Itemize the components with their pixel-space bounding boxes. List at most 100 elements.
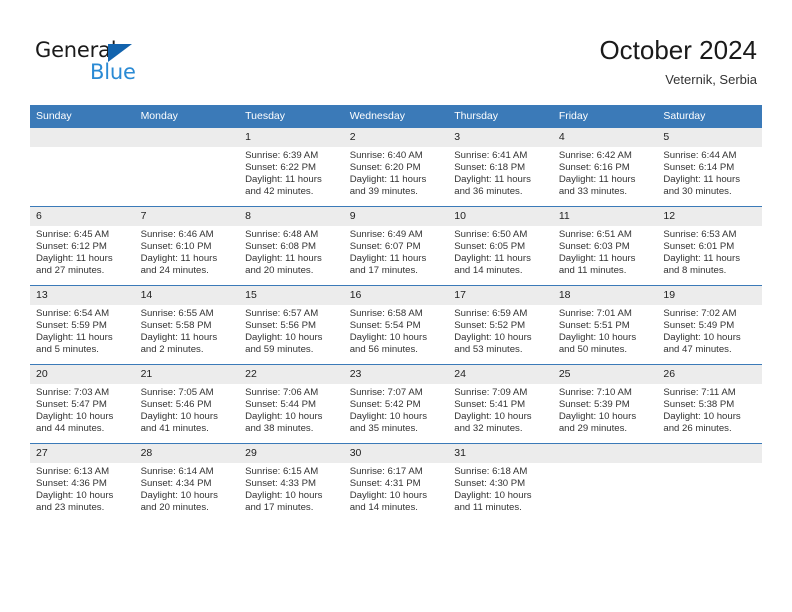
day-details: Sunrise: 7:09 AM Sunset: 5:41 PM Daylight:…	[448, 384, 553, 435]
calendar-day-cell[interactable]: 5 Sunrise: 6:44 AM Sunset: 6:14 PM Daylight…	[657, 127, 762, 207]
sunrise-time: Sunrise: 6:45 AM	[36, 229, 110, 240]
calendar-day-cell[interactable]: 29 Sunrise: 6:15 AM Sunset: 4:33 PM Dayligh…	[239, 443, 344, 522]
calendar-day-cell[interactable]: 27 Sunrise: 6:13 AM Sunset: 4:36 PM Dayligh…	[30, 443, 135, 522]
daylight-duration: Daylight: 10 hours and 56 minutes.	[349, 331, 428, 355]
sunrise-time: Sunrise: 6:39 AM	[245, 150, 319, 161]
sunset-time: Sunset: 6:22 PM	[245, 161, 317, 173]
day-number: 13	[30, 286, 135, 305]
sunset-time: Sunset: 6:08 PM	[245, 240, 317, 252]
calendar-day-cell[interactable]: 24 Sunrise: 7:09 AM Sunset: 5:41 PM Dayligh…	[448, 364, 553, 444]
calendar-cell-empty	[134, 127, 240, 207]
sunrise-time: Sunrise: 6:50 AM	[454, 229, 528, 240]
day-number: 30	[343, 444, 449, 463]
sunrise-time: Sunrise: 6:53 AM	[663, 229, 737, 240]
sunrise-time: Sunrise: 6:51 AM	[558, 229, 632, 240]
calendar-day-cell[interactable]: 1 Sunrise: 6:39 AM Sunset: 6:22 PM Daylight…	[239, 127, 344, 207]
calendar-day-cell[interactable]: 22 Sunrise: 7:06 AM Sunset: 5:44 PM Dayligh…	[239, 364, 344, 444]
sunrise-time: Sunrise: 6:17 AM	[349, 466, 423, 477]
day-number: 27	[30, 444, 135, 463]
sunrise-time: Sunrise: 7:06 AM	[245, 387, 319, 398]
calendar-day-cell[interactable]: 13 Sunrise: 6:54 AM Sunset: 5:59 PM Dayligh…	[30, 285, 135, 365]
calendar-day-cell[interactable]: 20 Sunrise: 7:03 AM Sunset: 5:47 PM Dayligh…	[30, 364, 135, 444]
calendar-day-cell[interactable]: 14 Sunrise: 6:55 AM Sunset: 5:58 PM Dayligh…	[134, 285, 240, 365]
daylight-duration: Daylight: 10 hours and 14 minutes.	[349, 489, 428, 513]
daylight-duration: Daylight: 11 hours and 2 minutes.	[140, 331, 218, 355]
sunset-time: Sunset: 6:14 PM	[663, 161, 735, 173]
weekday-header-row: Sunday Monday Tuesday Wednesday Thursday Frid…	[30, 105, 762, 128]
daylight-duration: Daylight: 10 hours and 29 minutes.	[558, 410, 637, 434]
calendar-day-cell[interactable]: 11 Sunrise: 6:51 AM Sunset: 6:03 PM Dayligh…	[552, 206, 658, 286]
day-details: Sunrise: 7:05 AM Sunset: 5:46 PM Daylight:…	[135, 384, 240, 435]
calendar-day-cell[interactable]: 7 Sunrise: 6:46 AM Sunset: 6:10 PM Daylight…	[134, 206, 240, 286]
sunset-time: Sunset: 5:46 PM	[140, 398, 212, 410]
logo-text-blue: Blue	[90, 60, 136, 84]
sunrise-time: Sunrise: 6:58 AM	[349, 308, 423, 319]
daylight-duration: Daylight: 10 hours and 20 minutes.	[140, 489, 218, 513]
sunset-time: Sunset: 5:52 PM	[454, 319, 526, 331]
title-block: October 2024 Veternik, Serbia	[599, 34, 757, 90]
day-number: 17	[448, 286, 553, 305]
daylight-duration: Daylight: 11 hours and 11 minutes.	[558, 252, 636, 276]
weekday-header-wednesday: Wednesday	[343, 105, 449, 128]
sunset-time: Sunset: 5:42 PM	[349, 398, 421, 410]
calendar-day-cell[interactable]: 18 Sunrise: 7:01 AM Sunset: 5:51 PM Dayligh…	[552, 285, 658, 365]
weekday-header-saturday: Saturday	[657, 105, 762, 128]
daylight-duration: Daylight: 11 hours and 30 minutes.	[663, 173, 740, 197]
calendar-day-cell[interactable]: 3 Sunrise: 6:41 AM Sunset: 6:18 PM Daylight…	[448, 127, 553, 207]
calendar-day-cell[interactable]: 4 Sunrise: 6:42 AM Sunset: 6:16 PM Daylight…	[552, 127, 658, 207]
calendar-day-cell[interactable]: 26 Sunrise: 7:11 AM Sunset: 5:38 PM Dayligh…	[657, 364, 762, 444]
calendar-day-cell[interactable]: 23 Sunrise: 7:07 AM Sunset: 5:42 PM Dayligh…	[343, 364, 449, 444]
day-number: 28	[134, 444, 240, 463]
sunrise-time: Sunrise: 6:48 AM	[245, 229, 319, 240]
sunset-time: Sunset: 5:59 PM	[36, 319, 107, 331]
day-number: 6	[30, 207, 135, 226]
sunset-time: Sunset: 4:33 PM	[245, 477, 317, 489]
daylight-duration: Daylight: 11 hours and 36 minutes.	[454, 173, 531, 197]
day-details: Sunrise: 6:42 AM Sunset: 6:16 PM Daylight:…	[553, 147, 658, 198]
day-details: Sunrise: 6:48 AM Sunset: 6:08 PM Daylight:…	[239, 226, 344, 277]
calendar-day-cell[interactable]: 31 Sunrise: 6:18 AM Sunset: 4:30 PM Dayligh…	[448, 443, 553, 522]
day-details: Sunrise: 7:03 AM Sunset: 5:47 PM Daylight:…	[30, 384, 135, 435]
daylight-duration: Daylight: 10 hours and 38 minutes.	[245, 410, 323, 434]
daylight-duration: Daylight: 10 hours and 23 minutes.	[36, 489, 114, 513]
calendar-day-cell[interactable]: 17 Sunrise: 6:59 AM Sunset: 5:52 PM Dayligh…	[448, 285, 553, 365]
calendar-day-cell[interactable]: 19 Sunrise: 7:02 AM Sunset: 5:49 PM Dayligh…	[657, 285, 762, 365]
sunset-time: Sunset: 6:05 PM	[454, 240, 526, 252]
weekday-header-tuesday: Tuesday	[239, 105, 344, 128]
general-blue-logo[interactable]: General Blue	[35, 38, 255, 90]
day-number: 11	[552, 207, 658, 226]
calendar-day-cell[interactable]: 2 Sunrise: 6:40 AM Sunset: 6:20 PM Daylight…	[343, 127, 449, 207]
calendar-cell-empty	[552, 443, 658, 522]
day-number: 15	[239, 286, 344, 305]
calendar-day-cell[interactable]: 30 Sunrise: 6:17 AM Sunset: 4:31 PM Dayligh…	[343, 443, 449, 522]
calendar-day-cell[interactable]: 21 Sunrise: 7:05 AM Sunset: 5:46 PM Dayligh…	[134, 364, 240, 444]
sunset-time: Sunset: 6:16 PM	[558, 161, 630, 173]
calendar-day-cell[interactable]: 25 Sunrise: 7:10 AM Sunset: 5:39 PM Dayligh…	[552, 364, 658, 444]
calendar-day-cell[interactable]: 6 Sunrise: 6:45 AM Sunset: 6:12 PM Daylight…	[30, 206, 135, 286]
sunrise-time: Sunrise: 6:15 AM	[245, 466, 319, 477]
day-number: 8	[239, 207, 344, 226]
calendar-day-cell[interactable]: 12 Sunrise: 6:53 AM Sunset: 6:01 PM Dayligh…	[657, 206, 762, 286]
day-details: Sunrise: 6:15 AM Sunset: 4:33 PM Daylight:…	[239, 463, 344, 514]
calendar-day-cell[interactable]: 16 Sunrise: 6:58 AM Sunset: 5:54 PM Dayligh…	[343, 285, 449, 365]
calendar-day-cell[interactable]: 10 Sunrise: 6:50 AM Sunset: 6:05 PM Dayligh…	[448, 206, 553, 286]
calendar-day-cell[interactable]: 8 Sunrise: 6:48 AM Sunset: 6:08 PM Daylight…	[239, 206, 344, 286]
sunrise-time: Sunrise: 6:55 AM	[140, 308, 214, 319]
day-details: Sunrise: 6:54 AM Sunset: 5:59 PM Daylight:…	[30, 305, 135, 356]
day-number: 16	[343, 286, 449, 305]
calendar-day-cell[interactable]: 15 Sunrise: 6:57 AM Sunset: 5:56 PM Dayligh…	[239, 285, 344, 365]
calendar-day-cell[interactable]: 9 Sunrise: 6:49 AM Sunset: 6:07 PM Daylight…	[343, 206, 449, 286]
day-details: Sunrise: 6:13 AM Sunset: 4:36 PM Daylight:…	[30, 463, 135, 514]
day-details: Sunrise: 6:55 AM Sunset: 5:58 PM Daylight:…	[135, 305, 240, 356]
day-details: Sunrise: 6:40 AM Sunset: 6:20 PM Daylight:…	[344, 147, 449, 198]
daylight-duration: Daylight: 10 hours and 41 minutes.	[140, 410, 218, 434]
day-details: Sunrise: 7:06 AM Sunset: 5:44 PM Daylight:…	[239, 384, 344, 435]
day-number	[657, 444, 762, 463]
day-number: 23	[343, 365, 449, 384]
calendar-body: 1 Sunrise: 6:39 AM Sunset: 6:22 PM Daylight…	[30, 127, 762, 522]
sunset-time: Sunset: 5:56 PM	[245, 319, 317, 331]
day-number: 29	[239, 444, 344, 463]
day-details: Sunrise: 6:50 AM Sunset: 6:05 PM Daylight:…	[448, 226, 553, 277]
calendar-day-cell[interactable]: 28 Sunrise: 6:14 AM Sunset: 4:34 PM Dayligh…	[134, 443, 240, 522]
daylight-duration: Daylight: 10 hours and 53 minutes.	[454, 331, 532, 355]
